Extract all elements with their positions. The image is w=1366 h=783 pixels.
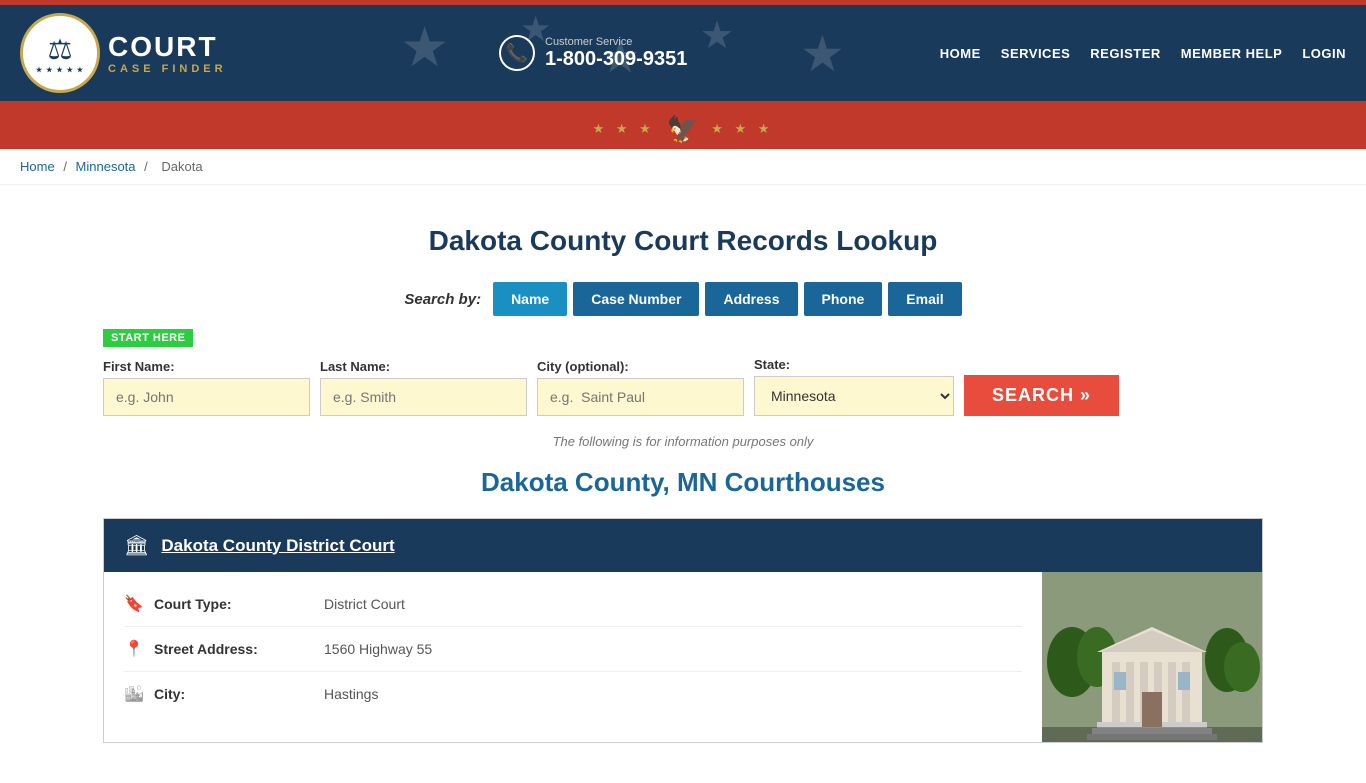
detail-row-court-type: 🔖 Court Type: District Court	[124, 582, 1022, 627]
courthouse-details: 🔖 Court Type: District Court 📍 Street Ad…	[104, 572, 1042, 742]
page-title: Dakota County Court Records Lookup	[103, 225, 1263, 257]
detail-row-city: 🏙 City: Hastings	[124, 672, 1022, 716]
city-detail-label: City:	[154, 686, 314, 702]
breadcrumb-home[interactable]: Home	[20, 159, 55, 174]
address-label: Street Address:	[154, 641, 314, 657]
state-select[interactable]: Minnesota	[754, 376, 954, 416]
eagle-banner: ★ ★ ★ 🦅 ★ ★ ★	[0, 109, 1366, 145]
last-name-group: Last Name:	[320, 359, 527, 416]
right-stars: ★ ★ ★	[711, 121, 773, 137]
tab-email[interactable]: Email	[888, 282, 961, 316]
city-input[interactable]	[537, 378, 744, 416]
logo-stars: ★ ★ ★ ★ ★	[36, 66, 84, 74]
logo-area: ⚖ ★ ★ ★ ★ ★ COURT CASE FINDER	[20, 13, 227, 93]
courthouses-title: Dakota County, MN Courthouses	[103, 467, 1263, 498]
red-divider	[0, 101, 1366, 109]
logo-inner: ⚖ ★ ★ ★ ★ ★	[36, 33, 84, 74]
phone-icon: 📞	[499, 35, 535, 71]
courthouse-building-svg	[1042, 572, 1262, 742]
star-4: ★	[700, 13, 734, 58]
city-label: City (optional):	[537, 359, 744, 374]
court-icon: ⚖	[36, 33, 84, 66]
courthouse-body: 🔖 Court Type: District Court 📍 Street Ad…	[104, 572, 1262, 742]
nav-member-help[interactable]: MEMBER HELP	[1181, 46, 1283, 61]
search-form-row: First Name: Last Name: City (optional): …	[103, 357, 1263, 416]
search-by-label: Search by:	[404, 291, 481, 308]
tab-name[interactable]: Name	[493, 282, 567, 316]
cs-text: Customer Service 1-800-309-9351	[545, 36, 687, 71]
main-nav: HOME SERVICES REGISTER MEMBER HELP LOGIN	[940, 46, 1346, 61]
breadcrumb-sep-2: /	[144, 159, 151, 174]
tab-phone[interactable]: Phone	[804, 282, 883, 316]
eagle-icon: 🦅	[667, 114, 699, 145]
city-detail-value: Hastings	[324, 686, 378, 702]
city-icon: 🏙	[124, 684, 144, 704]
city-group: City (optional):	[537, 359, 744, 416]
court-type-label: Court Type:	[154, 596, 314, 612]
breadcrumb-sep-1: /	[63, 159, 70, 174]
search-by-row: Search by: Name Case Number Address Phon…	[103, 282, 1263, 316]
address-icon: 📍	[124, 639, 144, 659]
last-name-input[interactable]	[320, 378, 527, 416]
last-name-label: Last Name:	[320, 359, 527, 374]
star-1: ★	[400, 15, 449, 79]
main-content: Dakota County Court Records Lookup Searc…	[83, 185, 1283, 783]
nav-services[interactable]: SERVICES	[1001, 46, 1071, 61]
courthouse-name-link[interactable]: Dakota County District Court	[161, 536, 394, 556]
logo-case-finder-text: CASE FINDER	[108, 63, 227, 75]
nav-login[interactable]: LOGIN	[1302, 46, 1346, 61]
state-label: State:	[754, 357, 954, 372]
search-button[interactable]: SEARCH »	[964, 375, 1119, 416]
cs-label: Customer Service	[545, 36, 687, 48]
cs-phone: 1-800-309-9351	[545, 48, 687, 71]
nav-home[interactable]: HOME	[940, 46, 981, 61]
breadcrumb: Home / Minnesota / Dakota	[0, 149, 1366, 185]
logo-circle: ⚖ ★ ★ ★ ★ ★	[20, 13, 100, 93]
left-stars: ★ ★ ★	[593, 121, 655, 137]
breadcrumb-state[interactable]: Minnesota	[76, 159, 136, 174]
court-type-value: District Court	[324, 596, 405, 612]
breadcrumb-county: Dakota	[161, 159, 202, 174]
courthouse-icon: 🏛	[124, 533, 149, 558]
customer-service: 📞 Customer Service 1-800-309-9351	[499, 35, 687, 71]
logo-court-text: COURT	[108, 31, 227, 63]
tab-address[interactable]: Address	[705, 282, 797, 316]
site-header: ★ ★ ★ ★ ★ ⚖ ★ ★ ★ ★ ★ COURT CASE FINDER …	[0, 5, 1366, 101]
eagle-banner-inner: ★ ★ ★ 🦅 ★ ★ ★	[593, 114, 774, 145]
first-name-group: First Name:	[103, 359, 310, 416]
detail-row-address: 📍 Street Address: 1560 Highway 55	[124, 627, 1022, 672]
address-value: 1560 Highway 55	[324, 641, 432, 657]
court-type-icon: 🔖	[124, 594, 144, 614]
tab-case-number[interactable]: Case Number	[573, 282, 699, 316]
start-here-badge: START HERE	[103, 329, 193, 347]
first-name-input[interactable]	[103, 378, 310, 416]
courthouse-card: 🏛 Dakota County District Court 🔖 Court T…	[103, 518, 1263, 743]
first-name-label: First Name:	[103, 359, 310, 374]
info-note: The following is for information purpose…	[103, 434, 1263, 449]
nav-register[interactable]: REGISTER	[1090, 46, 1160, 61]
logo-text: COURT CASE FINDER	[108, 31, 227, 75]
courthouse-header: 🏛 Dakota County District Court	[104, 519, 1262, 572]
state-group: State: Minnesota	[754, 357, 954, 416]
courthouse-image	[1042, 572, 1262, 742]
star-5: ★	[800, 25, 845, 83]
